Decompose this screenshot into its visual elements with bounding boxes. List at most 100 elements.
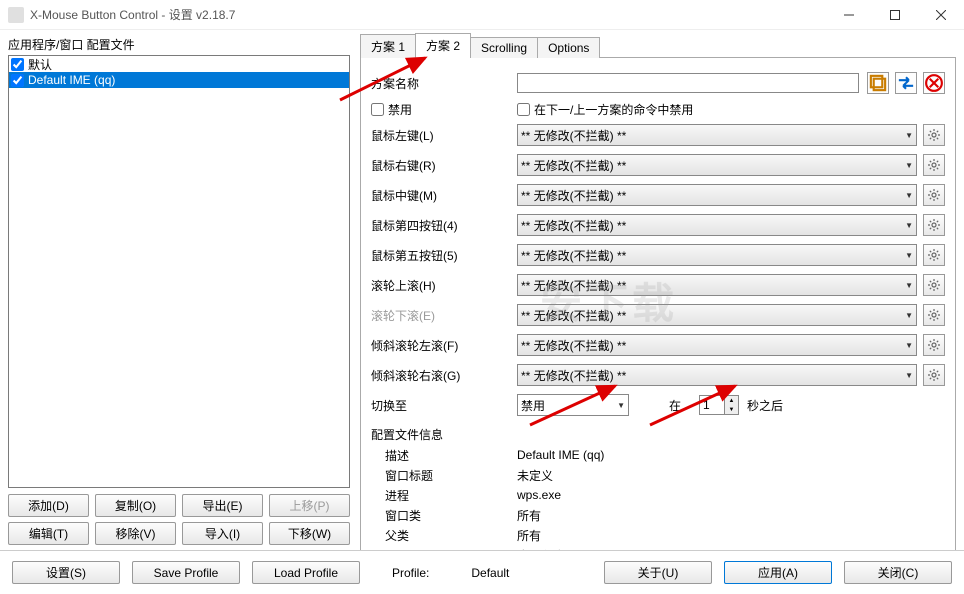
button-label: 鼠标第五按钮(5): [371, 247, 517, 264]
minimize-button[interactable]: [826, 0, 872, 30]
about-button[interactable]: 关于(U): [604, 561, 712, 584]
chevron-down-icon: ▼: [905, 131, 913, 140]
tab-scrolling[interactable]: Scrolling: [470, 37, 538, 58]
profile-checkbox[interactable]: [11, 58, 24, 71]
window-title: X-Mouse Button Control - 设置 v2.18.7: [30, 6, 235, 23]
combo-value: ** 无修改(不拦截) **: [521, 367, 626, 384]
gear-button[interactable]: [923, 184, 945, 206]
add-button[interactable]: 添加(D): [8, 494, 89, 517]
chevron-down-icon: ▼: [905, 251, 913, 260]
disable-checkbox[interactable]: [371, 103, 384, 116]
gear-button[interactable]: [923, 304, 945, 326]
info-label: 父类: [371, 527, 517, 544]
copy-layer-icon[interactable]: [867, 72, 889, 94]
button-label: 鼠标第四按钮(4): [371, 217, 517, 234]
gear-button[interactable]: [923, 274, 945, 296]
spin-up-icon[interactable]: ▲: [725, 396, 738, 405]
settings-button[interactable]: 设置(S): [12, 561, 120, 584]
gear-button[interactable]: [923, 244, 945, 266]
combo-value: ** 无修改(不拦截) **: [521, 247, 626, 264]
profile-value: Default: [471, 566, 509, 580]
chevron-down-icon: ▼: [905, 341, 913, 350]
chevron-down-icon: ▼: [905, 161, 913, 170]
button-label: 鼠标右键(R): [371, 157, 517, 174]
tab-layer2[interactable]: 方案 2: [415, 33, 471, 58]
button-label: 滚轮上滚(H): [371, 277, 517, 294]
maximize-button[interactable]: [872, 0, 918, 30]
combo-value: ** 无修改(不拦截) **: [521, 187, 626, 204]
profile-label: 默认: [28, 56, 52, 73]
move-down-button[interactable]: 下移(W): [269, 522, 350, 545]
button-action-combo[interactable]: ** 无修改(不拦截) **▼: [517, 214, 917, 236]
profile-checkbox[interactable]: [11, 74, 24, 87]
chevron-down-icon: ▼: [905, 191, 913, 200]
right-panel: 方案 1 方案 2 Scrolling Options 方案名称 禁用: [360, 36, 956, 550]
gear-button[interactable]: [923, 334, 945, 356]
info-label: 进程: [371, 487, 517, 504]
button-action-combo[interactable]: ** 无修改(不拦截) **▼: [517, 304, 917, 326]
tab-options[interactable]: Options: [537, 37, 600, 58]
tab-layer1[interactable]: 方案 1: [360, 34, 416, 58]
seconds-after-label: 秒之后: [747, 397, 783, 414]
profile-label: Default IME (qq): [28, 73, 115, 87]
combo-value: ** 无修改(不拦截) **: [521, 307, 626, 324]
save-profile-button[interactable]: Save Profile: [132, 561, 240, 584]
at-label: 在: [669, 397, 681, 414]
remove-button[interactable]: 移除(V): [95, 522, 176, 545]
info-value: 所有: [517, 507, 541, 524]
button-action-combo[interactable]: ** 无修改(不拦截) ** ▼: [517, 274, 917, 296]
button-action-combo[interactable]: ** 无修改(不拦截) **▼: [517, 334, 917, 356]
move-up-button[interactable]: 上移(P): [269, 494, 350, 517]
edit-button[interactable]: 编辑(T): [8, 522, 89, 545]
button-label: 倾斜滚轮左滚(F): [371, 337, 517, 354]
profile-item-default[interactable]: 默认: [9, 56, 349, 72]
profile-list[interactable]: 默认 Default IME (qq): [8, 55, 350, 488]
swap-layer-icon[interactable]: [895, 72, 917, 94]
button-label: 滚轮下滚(E): [371, 307, 517, 324]
seconds-spinner[interactable]: 1 ▲▼: [699, 395, 739, 415]
close-app-button[interactable]: 关闭(C): [844, 561, 952, 584]
gear-button[interactable]: [923, 154, 945, 176]
button-action-combo[interactable]: ** 无修改(不拦截) ** ▼: [517, 244, 917, 266]
info-value: Default IME (qq): [517, 448, 604, 462]
layer-name-label: 方案名称: [371, 75, 517, 92]
disable-prev-checkbox[interactable]: [517, 103, 530, 116]
layer-name-input[interactable]: [517, 73, 859, 93]
info-header: 配置文件信息: [371, 426, 945, 443]
left-panel: 应用程序/窗口 配置文件 默认 Default IME (qq) 添加(D) 复…: [8, 36, 350, 550]
app-icon: [8, 7, 24, 23]
import-button[interactable]: 导入(I): [182, 522, 263, 545]
info-value: 所有: [517, 527, 541, 544]
disable-prev-label: 在下一/上一方案的命令中禁用: [534, 101, 693, 118]
button-label: 鼠标中键(M): [371, 187, 517, 204]
gear-button[interactable]: [923, 364, 945, 386]
footer: 设置(S) Save Profile Load Profile Profile:…: [0, 550, 964, 594]
button-action-combo[interactable]: ** 无修改(不拦截) ** ▼: [517, 154, 917, 176]
apply-button[interactable]: 应用(A): [724, 561, 832, 584]
switch-to-combo[interactable]: 禁用 ▼: [517, 394, 629, 416]
button-label: 倾斜滚轮右滚(G): [371, 367, 517, 384]
profile-item-ime[interactable]: Default IME (qq): [9, 72, 349, 88]
seconds-value: 1: [700, 396, 724, 414]
info-label: 描述: [371, 447, 517, 464]
spin-down-icon[interactable]: ▼: [725, 405, 738, 414]
button-label: 鼠标左键(L): [371, 127, 517, 144]
button-action-combo[interactable]: ** 无修改(不拦截) ** ▼: [517, 184, 917, 206]
copy-button[interactable]: 复制(O): [95, 494, 176, 517]
chevron-down-icon: ▼: [617, 401, 625, 410]
combo-value: ** 无修改(不拦截) **: [521, 277, 626, 294]
disable-label: 禁用: [388, 101, 412, 118]
chevron-down-icon: ▼: [905, 221, 913, 230]
chevron-down-icon: ▼: [905, 371, 913, 380]
button-action-combo[interactable]: ** 无修改(不拦截) **▼: [517, 124, 917, 146]
info-label: 窗口标题: [371, 467, 517, 484]
close-button[interactable]: [918, 0, 964, 30]
button-action-combo[interactable]: ** 无修改(不拦截) ** ▼: [517, 364, 917, 386]
export-button[interactable]: 导出(E): [182, 494, 263, 517]
chevron-down-icon: ▼: [905, 281, 913, 290]
gear-button[interactable]: [923, 124, 945, 146]
gear-button[interactable]: [923, 214, 945, 236]
combo-value: ** 无修改(不拦截) **: [521, 157, 626, 174]
delete-layer-icon[interactable]: [923, 72, 945, 94]
load-profile-button[interactable]: Load Profile: [252, 561, 360, 584]
